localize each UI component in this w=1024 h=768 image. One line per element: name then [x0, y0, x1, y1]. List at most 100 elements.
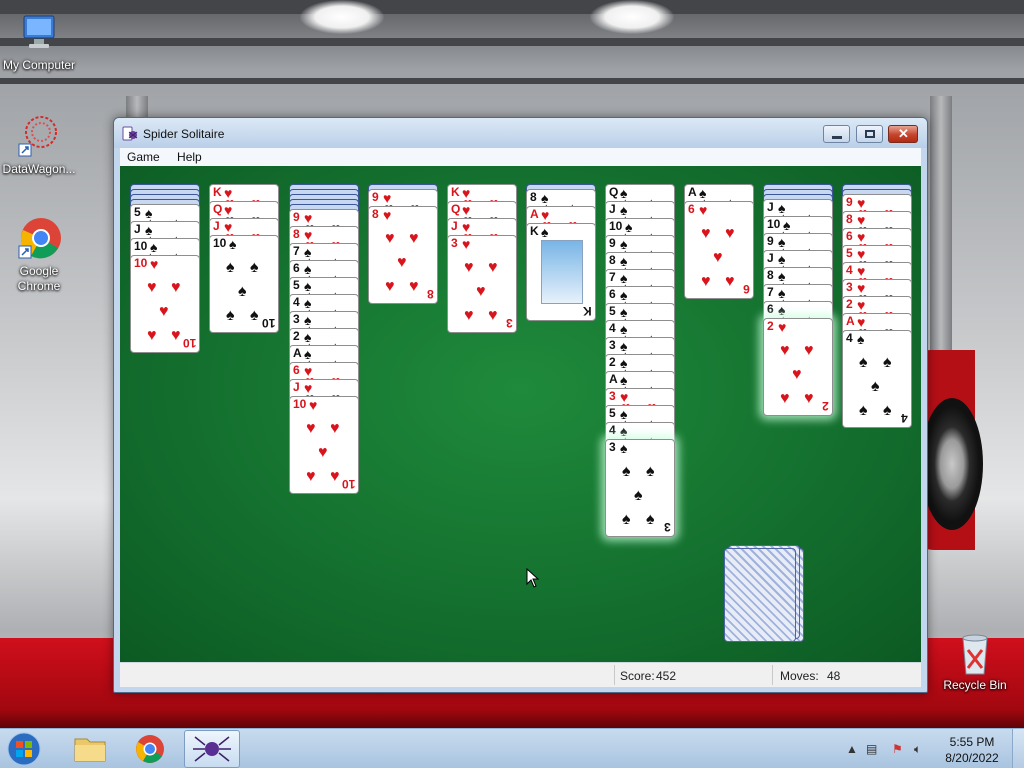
card-rank: A	[609, 372, 618, 386]
card-rank: 9	[372, 190, 379, 204]
title-bar[interactable]: Spider Solitaire ✕	[114, 118, 927, 148]
card-rank: K	[530, 224, 539, 238]
suit-pip: ♠	[883, 402, 892, 419]
card-rank-bottom: 10	[341, 477, 355, 491]
card-rank: 7	[293, 244, 300, 258]
playing-card[interactable]: 6 ♥ ♥ ♥ ♥ ♥ ♥ 6	[684, 201, 754, 299]
network-icon[interactable]: ▤	[866, 742, 877, 756]
volume-icon[interactable]: 🔈︎	[914, 742, 921, 757]
playing-card[interactable]: 2 ♥ ♥ ♥ ♥ ♥ ♥ 2	[763, 318, 833, 416]
chrome-icon	[18, 218, 61, 259]
stock-pile-top[interactable]	[724, 548, 796, 642]
windows-start-icon	[7, 732, 41, 766]
heart-suit-icon: ♥	[699, 202, 708, 218]
card-rank: 3	[609, 440, 616, 454]
desktop-icon-label: Recycle Bin	[943, 678, 1007, 692]
card-rank: 9	[609, 236, 616, 250]
playing-card[interactable]: 10 ♥ ♥ ♥ ♥ ♥ ♥ 10	[289, 396, 359, 494]
suit-pip: ♠	[622, 511, 631, 528]
suit-pip: ♥	[306, 468, 316, 485]
show-desktop-button[interactable]	[1012, 729, 1024, 768]
card-rank: Q	[451, 202, 461, 216]
card-rank: J	[451, 219, 458, 233]
playing-card[interactable]: 10 ♥ ♥ ♥ ♥ ♥ ♥ 10	[130, 255, 200, 353]
card-rank: 8	[530, 190, 537, 204]
close-button[interactable]: ✕	[888, 125, 918, 143]
ceiling-lamp	[300, 0, 384, 34]
card-rank: 8	[293, 227, 300, 241]
suit-pip: ♥	[385, 230, 395, 247]
chrome-icon	[136, 735, 164, 763]
suit-pip: ♠	[859, 354, 868, 371]
card-rank: 4	[293, 295, 300, 309]
card-rank: 3	[609, 389, 616, 403]
heart-suit-icon: ♥	[462, 236, 471, 252]
card-rank: 3	[293, 312, 300, 326]
card-rank: 7	[609, 270, 616, 284]
suit-pip: ♥	[318, 444, 328, 461]
action-center-icon[interactable]: ⚑	[892, 742, 903, 756]
suit-pip: ♥	[464, 259, 474, 276]
suit-pip: ♥	[385, 278, 395, 295]
playing-card[interactable]: K ♠ K	[526, 223, 596, 321]
show-hidden-icons-icon[interactable]: ▲	[846, 742, 858, 756]
minimize-button[interactable]	[823, 125, 850, 143]
game-table[interactable]: 5♠♠♠J♠♠♠10♠♠♠10♥♥♥♥♥♥10K♥♥♥Q♥♥♥J♥♥♥10♠♠♠…	[120, 166, 921, 662]
card-rank: 9	[846, 195, 853, 209]
desktop-icon-recycle-bin[interactable]: Recycle Bin	[933, 630, 1017, 693]
menu-game[interactable]: Game	[120, 148, 167, 164]
taskbar-chrome[interactable]	[122, 730, 178, 768]
spider-icon	[193, 736, 231, 762]
desktop-icon-label: DataWagon...	[2, 162, 76, 176]
desktop-icon-datawagon[interactable]: DataWagon...	[0, 114, 81, 177]
suit-pip: ♥	[780, 342, 790, 359]
suit-pip: ♥	[171, 327, 181, 344]
ceiling-beam	[0, 78, 1024, 84]
card-rank: 4	[609, 321, 616, 335]
card-rank: A	[530, 207, 539, 221]
ceiling-beam	[0, 0, 1024, 14]
folder-icon	[74, 738, 106, 762]
desktop-icon-google-chrome[interactable]: Google Chrome	[0, 216, 81, 294]
card-rank: J	[767, 200, 774, 214]
taskbar-spider-solitaire[interactable]	[184, 730, 240, 768]
maximize-button[interactable]	[856, 125, 883, 143]
card-rank-bottom: 6	[743, 282, 750, 296]
playing-card[interactable]: 10 ♠ ♠ ♠ ♠ ♠ ♠ 10	[209, 235, 279, 333]
suit-pip: ♠	[238, 283, 247, 300]
card-rank: 4	[609, 423, 616, 437]
playing-card[interactable]: 8 ♥ ♥ ♥ ♥ ♥ ♥ 8	[368, 206, 438, 304]
suit-pip: ♥	[147, 279, 157, 296]
window-title: Spider Solitaire	[143, 127, 225, 141]
card-rank: 3	[609, 338, 616, 352]
card-rank: 5	[846, 246, 853, 260]
suit-pip: ♥	[725, 273, 735, 290]
playing-card[interactable]: 3 ♥ ♥ ♥ ♥ ♥ ♥ 3	[447, 235, 517, 333]
moves-value: 48	[827, 669, 841, 683]
card-rank: A	[688, 185, 697, 199]
computer-icon	[23, 15, 55, 48]
spider-solitaire-window[interactable]: Spider Solitaire ✕ Game Help 5♠♠♠J♠♠♠10♠…	[113, 117, 928, 693]
taskbar-clock[interactable]: 5:55 PM 8/20/2022	[938, 734, 1006, 766]
menu-bar: Game Help	[120, 148, 921, 166]
suit-pip: ♠	[646, 511, 655, 528]
face-card-art	[541, 240, 583, 304]
playing-card[interactable]: 3 ♠ ♠ ♠ ♠ ♠ ♠ 3	[605, 439, 675, 537]
score-label: Score:	[620, 669, 655, 683]
playing-card[interactable]: 4 ♠ ♠ ♠ ♠ ♠ ♠ 4	[842, 330, 912, 428]
menu-help[interactable]: Help	[170, 148, 209, 164]
card-rank: 6	[293, 363, 300, 377]
card-rank: J	[134, 222, 141, 236]
spade-suit-icon: ♠	[229, 236, 237, 252]
card-rank: 8	[767, 268, 774, 282]
card-rank: 7	[767, 285, 774, 299]
card-rank-bottom: 3	[664, 520, 671, 534]
suit-pip: ♥	[330, 468, 340, 485]
desktop-icon-my-computer[interactable]: My Computer	[0, 10, 81, 73]
suit-pip: ♠	[226, 307, 235, 324]
start-button[interactable]	[4, 730, 48, 768]
card-rank: J	[293, 380, 300, 394]
card-rank: J	[609, 202, 616, 216]
taskbar-explorer[interactable]	[62, 730, 118, 768]
card-rank: 10	[293, 397, 307, 411]
